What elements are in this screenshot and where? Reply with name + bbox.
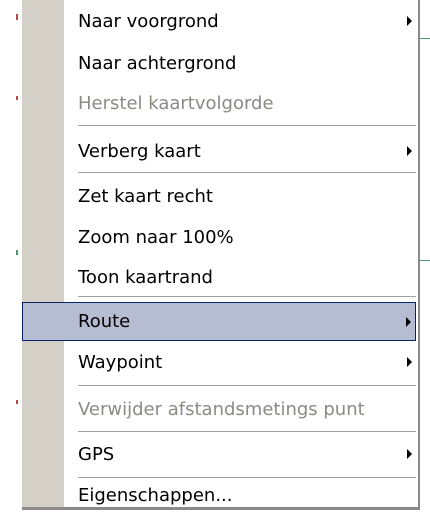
menu-separator (78, 477, 416, 479)
menu-item-zet-kaart-recht[interactable]: Zet kaart recht (64, 176, 416, 216)
menu-item-zoom-naar-100[interactable]: Zoom naar 100% (64, 217, 416, 257)
menu-separator (78, 385, 416, 387)
submenu-arrow-icon (407, 16, 412, 26)
menu-item-herstel-kaartvolgorde: Herstel kaartvolgorde (64, 83, 416, 123)
menu-item-label: Verwijder afstandsmetings punt (78, 398, 365, 420)
map-line-mark (16, 96, 18, 100)
map-line-mark (16, 400, 18, 404)
menu-item-label: Route (78, 311, 131, 332)
map-line-mark (16, 14, 18, 20)
menu-item-label: Toon kaartrand (78, 266, 213, 288)
menu-item-waypoint[interactable]: Waypoint (64, 342, 416, 382)
menu-item-label: Zoom naar 100% (78, 226, 234, 248)
menu-separator (78, 172, 416, 174)
menu-icon-gutter (22, 0, 64, 510)
background-map-right-edge (420, 0, 430, 513)
map-context-menu: Naar voorgrond Naar achtergrond Herstel … (22, 0, 420, 510)
background-map-left-edge (0, 0, 22, 513)
menu-item-eigenschappen[interactable]: Eigenschappen... (64, 480, 416, 510)
menu-item-label: Naar achtergrond (78, 52, 237, 74)
menu-shadow-bottom (22, 507, 420, 510)
submenu-arrow-icon (406, 316, 411, 327)
menu-item-label: Waypoint (78, 351, 163, 373)
submenu-arrow-icon (407, 357, 412, 367)
menu-item-label: GPS (78, 443, 115, 465)
menu-separator (78, 431, 416, 433)
menu-item-label: Zet kaart recht (78, 185, 213, 207)
menu-item-route[interactable]: Route (22, 302, 416, 341)
submenu-arrow-icon (407, 449, 412, 459)
menu-item-verwijder-afstandsmetings-punt: Verwijder afstandsmetings punt (64, 389, 416, 429)
menu-item-naar-achtergrond[interactable]: Naar achtergrond (64, 43, 416, 83)
map-line-mark (16, 250, 18, 255)
menu-item-label: Verberg kaart (78, 140, 201, 162)
menu-item-naar-voorgrond[interactable]: Naar voorgrond (64, 1, 416, 41)
menu-shadow-right (418, 0, 420, 510)
menu-item-label: Naar voorgrond (78, 10, 219, 32)
submenu-arrow-icon (407, 146, 412, 156)
menu-item-verberg-kaart[interactable]: Verberg kaart (64, 131, 416, 171)
menu-item-label: Herstel kaartvolgorde (78, 92, 274, 114)
map-line-mark (420, 260, 430, 261)
map-line-mark (420, 38, 430, 39)
menu-item-toon-kaartrand[interactable]: Toon kaartrand (64, 257, 416, 297)
menu-item-gps[interactable]: GPS (64, 434, 416, 474)
menu-item-label: Eigenschappen... (78, 484, 233, 506)
menu-separator (78, 125, 416, 127)
menu-separator (78, 296, 416, 298)
